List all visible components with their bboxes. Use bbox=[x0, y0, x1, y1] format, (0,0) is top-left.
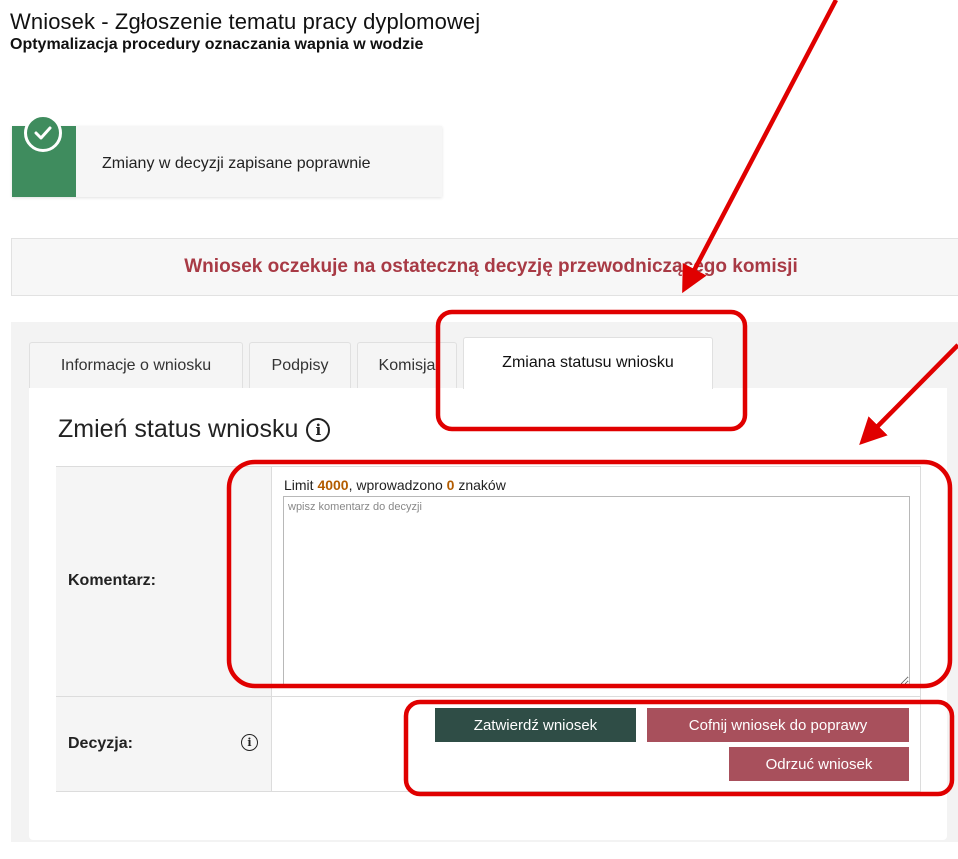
entered-suffix: znaków bbox=[458, 477, 506, 493]
success-toast: Zmiany w decyzji zapisane poprawnie bbox=[12, 126, 442, 197]
info-icon[interactable]: i bbox=[241, 734, 258, 751]
return-for-correction-button[interactable]: Cofnij wniosek do poprawy bbox=[647, 708, 909, 742]
row-divider bbox=[56, 696, 921, 697]
check-icon bbox=[24, 114, 62, 152]
comment-textarea[interactable] bbox=[283, 496, 910, 686]
entered-count: 0 bbox=[446, 477, 455, 493]
tab-label: Informacje o wniosku bbox=[60, 356, 212, 374]
comment-label: Komentarz: bbox=[68, 572, 157, 589]
reject-button[interactable]: Odrzuć wniosek bbox=[729, 747, 909, 781]
tab-informacje[interactable]: Informacje o wniosku bbox=[29, 342, 243, 388]
tab-podpisy[interactable]: Podpisy bbox=[249, 342, 351, 388]
character-limit-info: Limit 4000, wprowadzono 0 znaków bbox=[284, 477, 506, 493]
tab-zmiana-statusu[interactable]: Zmiana statusu wniosku bbox=[463, 337, 713, 389]
approve-button[interactable]: Zatwierdź wniosek bbox=[435, 708, 636, 742]
section-title-text: Zmień status wniosku bbox=[58, 415, 299, 443]
status-banner-text: Wniosek oczekuje na ostateczną decyzję p… bbox=[184, 256, 798, 277]
entered-prefix: , wprowadzono bbox=[348, 477, 443, 493]
decision-label: Decyzja: bbox=[68, 735, 133, 752]
page-title: Wniosek - Zgłoszenie tematu pracy dyplom… bbox=[10, 9, 481, 34]
page-subtitle: Optymalizacja procedury oznaczania wapni… bbox=[10, 36, 424, 53]
section-title: Zmień status wniosku i bbox=[58, 415, 331, 444]
tab-label: Komisja bbox=[378, 356, 436, 374]
tab-komisja[interactable]: Komisja bbox=[357, 342, 457, 388]
tab-label: Podpisy bbox=[271, 356, 329, 374]
info-icon[interactable]: i bbox=[306, 417, 331, 442]
limit-prefix: Limit bbox=[284, 477, 314, 493]
status-banner: Wniosek oczekuje na ostateczną decyzję p… bbox=[11, 238, 958, 296]
toast-message: Zmiany w decyzji zapisane poprawnie bbox=[102, 155, 371, 172]
limit-value: 4000 bbox=[317, 477, 349, 493]
tab-label: Zmiana statusu wniosku bbox=[502, 354, 674, 371]
